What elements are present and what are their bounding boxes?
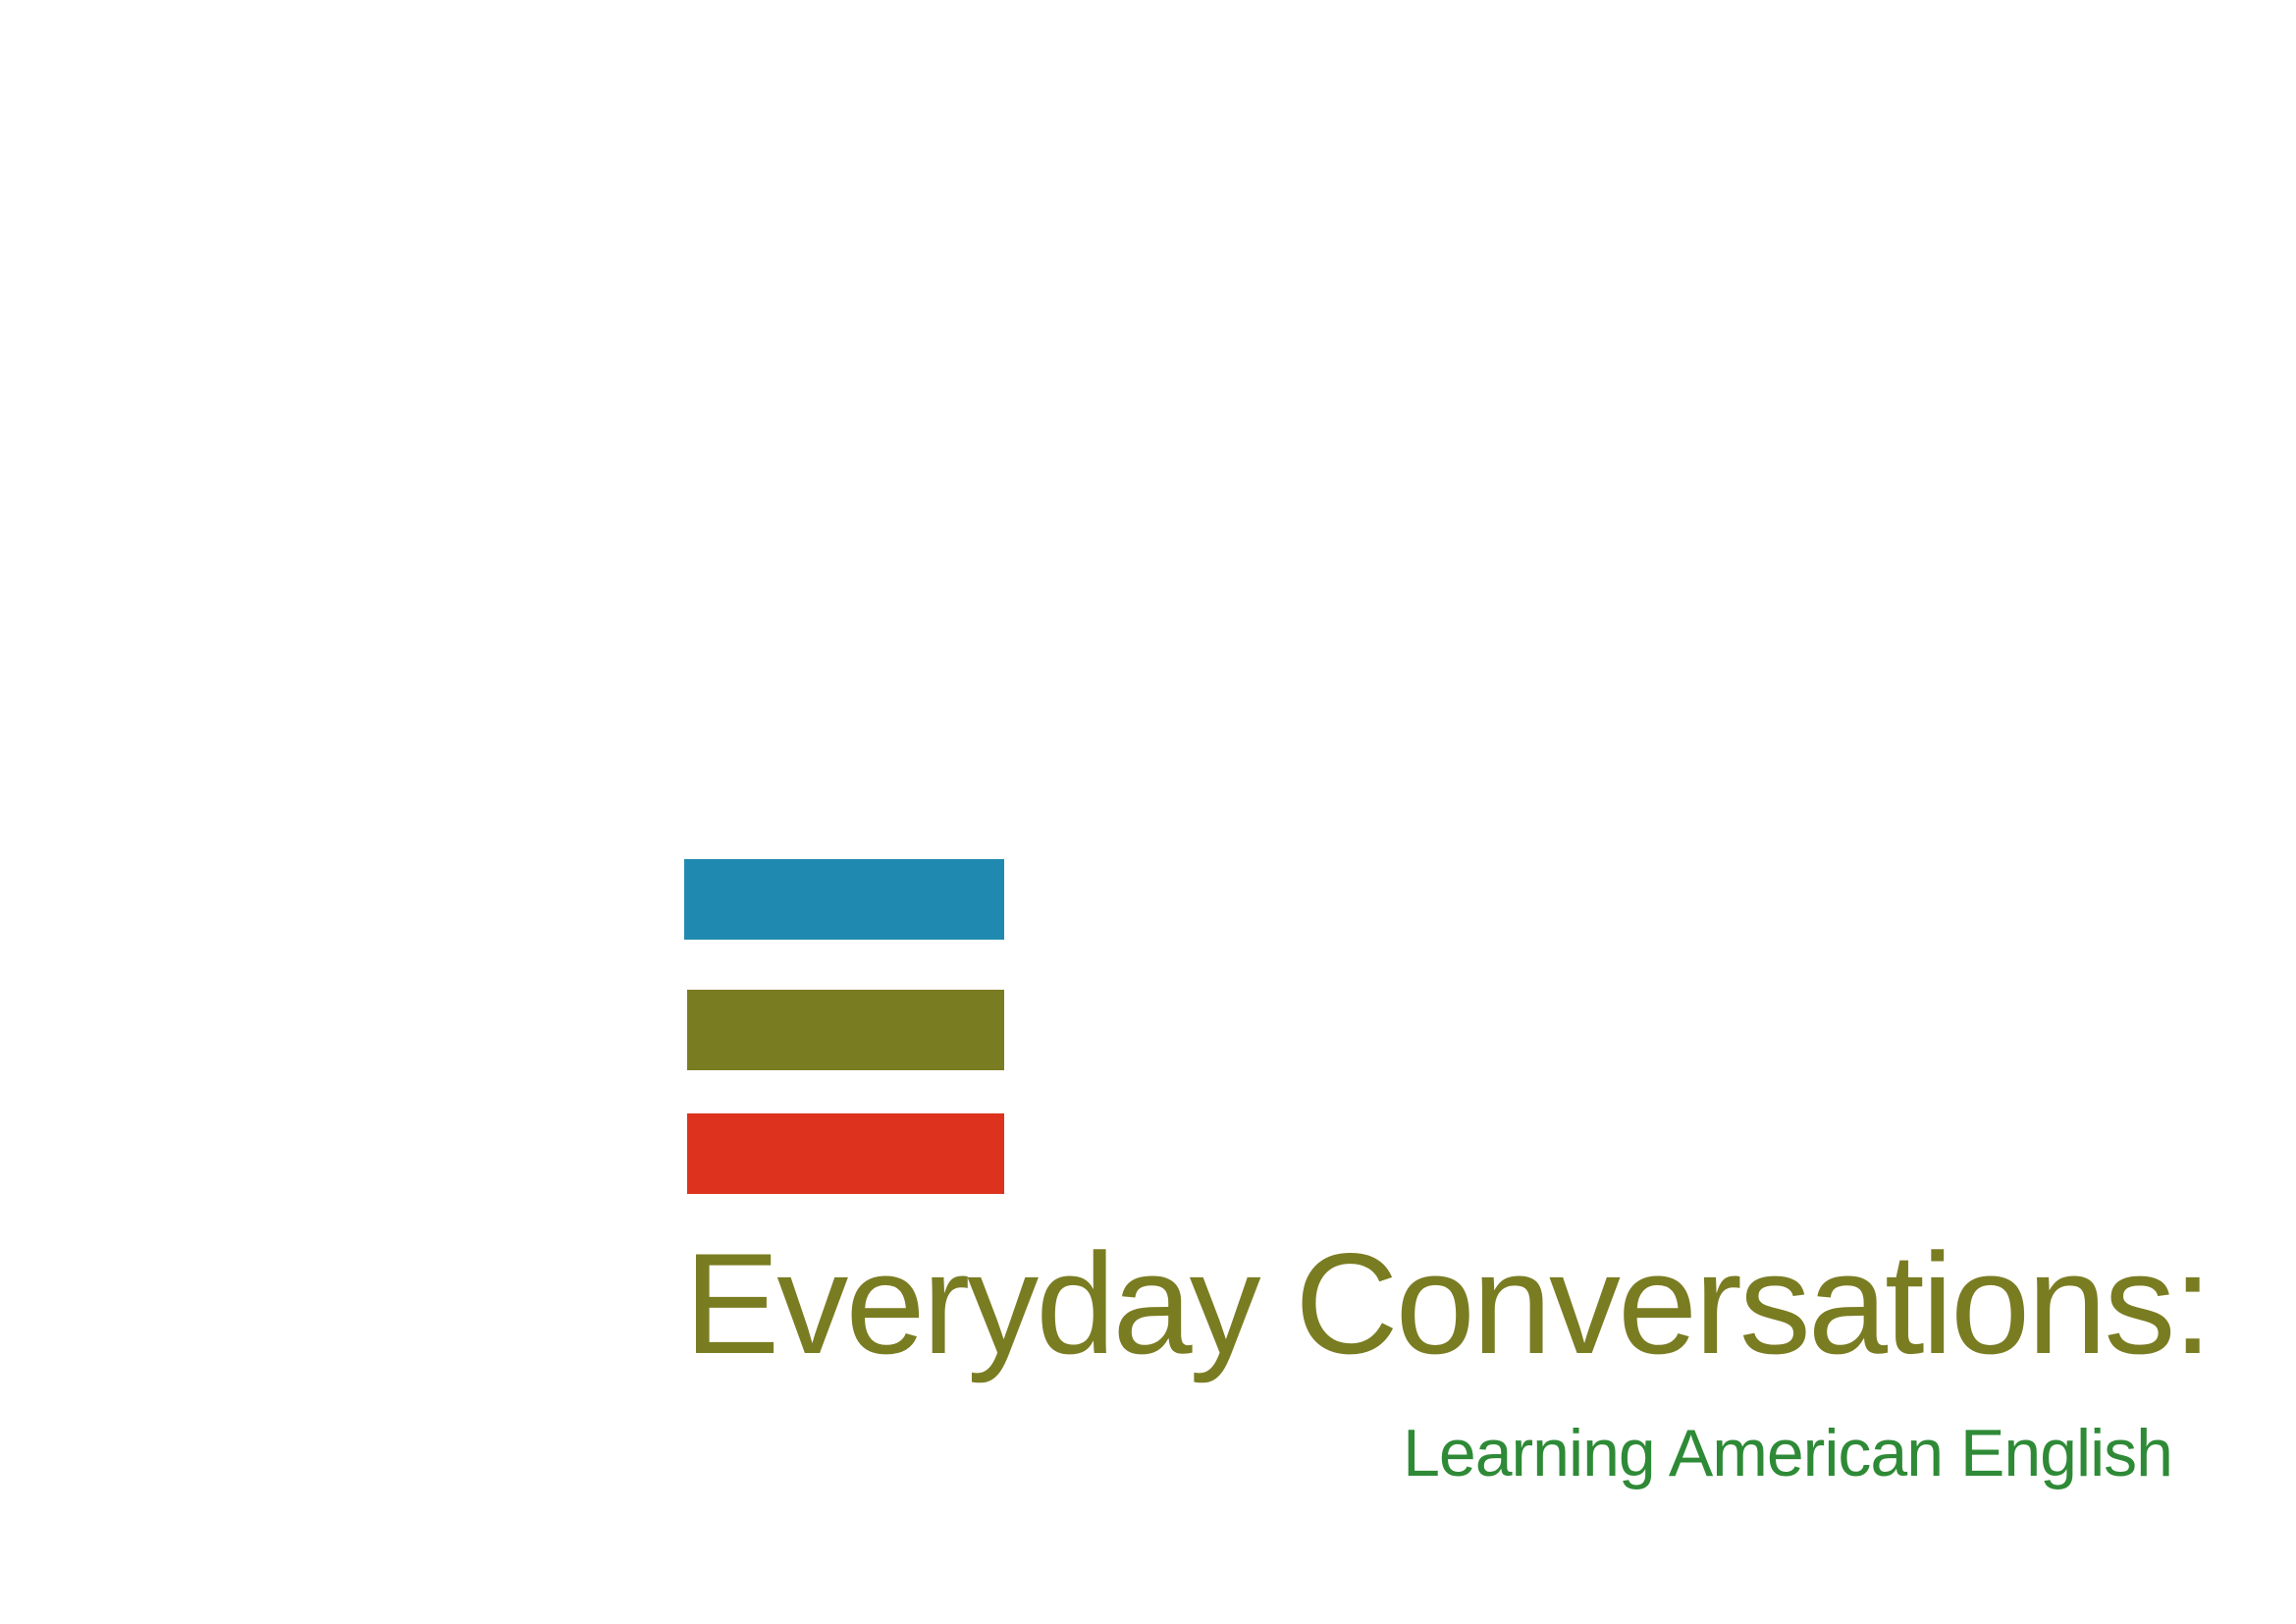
olive-stripe [687, 990, 1004, 1070]
red-stripe [687, 1113, 1004, 1194]
cover-subtitle: Learning American English [1403, 1416, 2173, 1490]
blue-stripe [684, 859, 1004, 940]
cover-title: Everyday Conversations: [684, 1223, 2213, 1383]
